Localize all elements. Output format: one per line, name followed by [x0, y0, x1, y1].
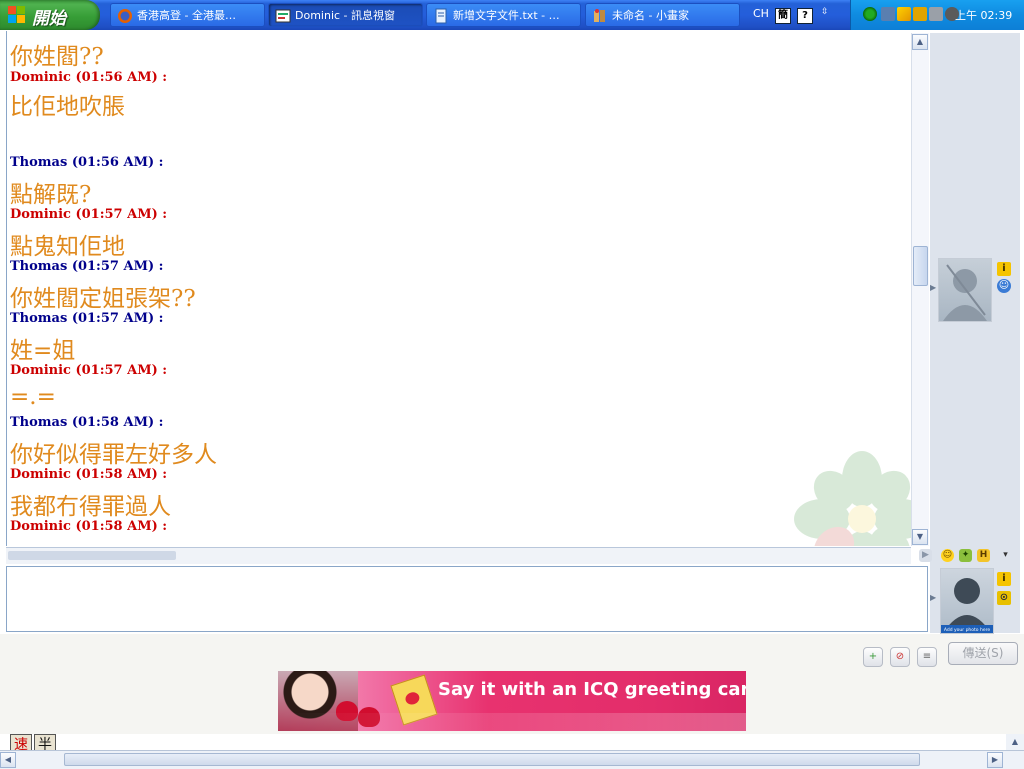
- contact-silhouette-icon: [943, 264, 987, 321]
- message-sender-line: Dominic (01:56 AM) :: [10, 70, 168, 85]
- emoticon-icon[interactable]: ☺: [941, 549, 954, 562]
- chat-vertical-scrollbar[interactable]: ▲ ▼: [911, 33, 929, 546]
- start-button[interactable]: 開始: [0, 0, 100, 30]
- add-contact-icon[interactable]: +: [863, 647, 883, 667]
- my-info-icon[interactable]: i: [997, 572, 1011, 586]
- message-text: 比佢地吹脹: [10, 94, 125, 120]
- games-icon[interactable]: ✦: [959, 549, 972, 562]
- windows-logo-icon: [8, 6, 26, 24]
- send-file-icon[interactable]: ▶: [919, 549, 932, 562]
- taskbar-item-label: 未命名 - 小畫家: [612, 9, 689, 22]
- avatar-caption: Add your photo here: [944, 627, 990, 633]
- scroll-thumb[interactable]: [64, 753, 920, 766]
- message-sender-line: Dominic (01:57 AM) :: [10, 363, 168, 378]
- taskbar-item-paint[interactable]: 未命名 - 小畫家: [585, 3, 740, 27]
- restore-langbar-icon[interactable]: ⇳: [821, 7, 829, 17]
- my-avatar[interactable]: Add your photo here: [940, 568, 994, 634]
- help-icon[interactable]: ?: [797, 8, 813, 24]
- scroll-thumb[interactable]: [913, 246, 928, 286]
- network-icon[interactable]: [881, 7, 895, 21]
- banner-slogan: Say it with an ICQ greeting card!: [438, 679, 746, 700]
- chat-history[interactable]: 你姓閻?? Dominic (01:56 AM) : 比佢地吹脹 Thomas (01…: [6, 31, 912, 546]
- collapse-arrow-icon[interactable]: ▶: [930, 593, 936, 602]
- message-sender-line: Thomas (01:57 AM) :: [10, 259, 164, 274]
- contact-pane: ▶ i ☺ ▶ Add your photo here i ⊙: [930, 33, 1020, 634]
- history-icon[interactable]: H: [977, 549, 990, 562]
- message-sender-line: Dominic (01:58 AM) :: [10, 467, 168, 482]
- notepad-icon: [435, 8, 447, 24]
- security-alert-icon[interactable]: [913, 7, 927, 21]
- icq-message-icon: [275, 9, 291, 23]
- language-indicator[interactable]: CH: [753, 7, 769, 20]
- window-horizontal-scrollbar[interactable]: ◀ ▶: [0, 750, 1024, 769]
- paint-icon: [594, 9, 605, 22]
- my-silhouette-icon: Add your photo here: [941, 578, 993, 633]
- taskbar-item-notepad[interactable]: 新增文字文件.txt - …: [426, 3, 581, 27]
- message-toolbar: ▶ ☺ ✦ H ▾: [915, 548, 1020, 564]
- scroll-right-arrow-icon[interactable]: ▶: [987, 752, 1003, 768]
- chat-horizontal-scrollbar[interactable]: [6, 547, 911, 564]
- firefox-icon: [118, 9, 132, 23]
- message-text: 點鬼知佢地: [10, 234, 125, 260]
- taskbar-item-label: Dominic - 訊息視窗: [295, 9, 396, 22]
- icq-flower-icon[interactable]: [863, 7, 877, 21]
- warning-icon[interactable]: [897, 7, 911, 21]
- view-info-icon[interactable]: ≡: [917, 647, 937, 667]
- scroll-up-arrow-icon[interactable]: ▲: [912, 34, 928, 50]
- ime-dictionary-icon[interactable]: 簡: [775, 8, 791, 24]
- message-text: 點解既?: [10, 182, 92, 208]
- message-sender-line: Thomas (01:58 AM) :: [10, 415, 164, 430]
- icq-greeting-card-banner[interactable]: Say it with an ICQ greeting card!: [278, 671, 746, 731]
- start-label: 開始: [32, 9, 66, 29]
- toolbar-dropdown-icon[interactable]: ▾: [999, 549, 1012, 562]
- message-input[interactable]: [6, 566, 928, 632]
- scroll-up-arrow-icon[interactable]: ▲: [1006, 734, 1024, 750]
- message-text: =.=: [10, 384, 56, 410]
- message-text: 姓=姐: [10, 338, 76, 364]
- clock[interactable]: 上午 02:39: [955, 7, 1012, 23]
- scroll-down-arrow-icon[interactable]: ▼: [912, 529, 928, 545]
- message-text: 你好似得罪左好多人: [10, 442, 217, 468]
- contact-avatar[interactable]: [938, 258, 992, 322]
- message-sender-line: Dominic (01:57 AM) :: [10, 207, 168, 222]
- collapse-arrow-icon[interactable]: ▶: [930, 283, 936, 292]
- scroll-thumb[interactable]: [8, 551, 176, 560]
- contact-info-icon[interactable]: i: [997, 262, 1011, 276]
- contact-status-icon[interactable]: ☺: [997, 279, 1011, 293]
- message-text: 我都冇得罪過人: [10, 494, 171, 520]
- icq-flower-watermark-icon: [794, 451, 912, 546]
- taskbar-item-label: 香港高登 - 全港最…: [137, 9, 236, 22]
- taskbar-item-firefox[interactable]: 香港高登 - 全港最…: [110, 3, 265, 27]
- taskbar-item-label: 新增文字文件.txt - …: [453, 9, 560, 22]
- taskbar: 開始 香港高登 - 全港最… Dominic - 訊息視窗 新增文字文件.txt…: [0, 0, 1024, 30]
- scroll-left-arrow-icon[interactable]: ◀: [0, 752, 16, 768]
- block-contact-icon[interactable]: ⊘: [890, 647, 910, 667]
- message-sender-line: Thomas (01:57 AM) :: [10, 311, 164, 326]
- send-button[interactable]: 傳送(S): [948, 642, 1018, 665]
- message-text: 你姓閻??: [10, 44, 104, 70]
- taskbar-item-icq-message[interactable]: Dominic - 訊息視窗: [268, 3, 423, 27]
- device-icon[interactable]: [929, 7, 943, 21]
- message-sender-line: Thomas (01:56 AM) :: [10, 155, 164, 170]
- language-bar: CH 簡 ? ⇳: [745, 3, 845, 27]
- message-text: 你姓閻定姐張架??: [10, 286, 196, 312]
- message-sender-line: Dominic (01:58 AM) :: [10, 519, 168, 534]
- my-settings-icon[interactable]: ⊙: [997, 591, 1011, 605]
